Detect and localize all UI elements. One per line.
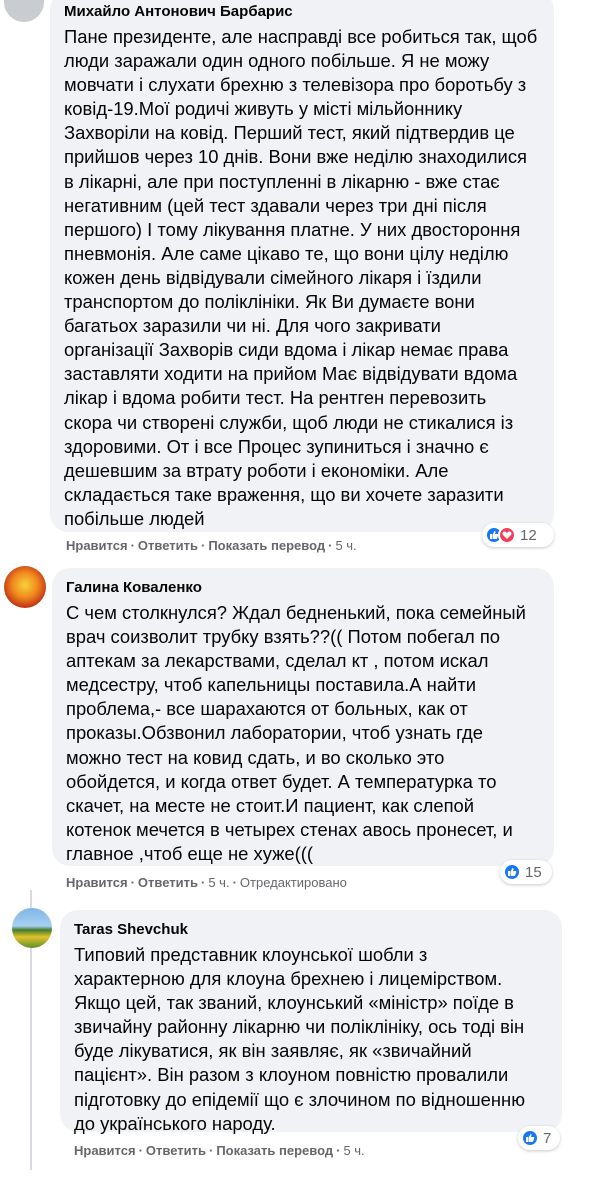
comment-line: скора чи створені служби, щоб люди не ст… [64, 411, 514, 433]
separator-dot: · [138, 1143, 143, 1158]
comment-time[interactable]: 5 ч. [343, 1143, 364, 1158]
comment-line: главное ,чтоб еще не хуже((( [66, 842, 314, 864]
comment-line: організації Захворів сиди вдома і лікар … [64, 339, 509, 361]
show-translation-button[interactable]: Показать перевод [208, 538, 325, 553]
comment-line: підготовку до епідемії що є злочином по … [74, 1088, 526, 1110]
show-translation-button[interactable]: Показать перевод [216, 1143, 333, 1158]
comment-line: скачет, на месте не стоит.И пациент, как… [66, 794, 475, 816]
reaction-count: 7 [543, 1129, 552, 1147]
comment-line: можно тест на ковид сдать, и во сколько … [66, 746, 445, 768]
comment-line: Типовий представник клоунської шобли з [74, 944, 428, 965]
comment-line: буде лікуватися, як він заявляє, як «зви… [74, 1040, 472, 1062]
like-button[interactable]: Нравится [66, 875, 128, 890]
separator-dot: · [208, 1143, 214, 1158]
separator-dot: · [232, 875, 237, 890]
reactions-badge[interactable]: 7 [518, 1126, 560, 1150]
separator-dot: · [200, 538, 206, 553]
comment-author[interactable]: Галина Коваленко [66, 578, 542, 597]
comment-author[interactable]: Taras Shevchuk [74, 920, 550, 939]
comment-line: пацієнт». Він разом з клоуном повністю п… [74, 1064, 509, 1086]
comment-actions: Нравится · Ответить · 5 ч. · Отредактировано [66, 875, 347, 891]
like-icon [503, 863, 521, 881]
comment-line: побільше людей [64, 507, 205, 529]
comment-bubble: Taras Shevchuk Типовий представник клоун… [60, 910, 562, 1134]
comment-line: проблема,- все шарахаются от больных, ка… [66, 698, 468, 720]
like-button[interactable]: Нравится [66, 538, 128, 553]
comment-actions: Нравится · Ответить · Показать перевод · 5 ч. [66, 538, 357, 554]
comment-author[interactable]: Михайло Антонович Барбарис [64, 2, 542, 21]
comment-text: С чем столкнулся? Ждал бедненький, пока … [66, 601, 542, 866]
reaction-count: 15 [525, 863, 542, 881]
comment-line: першого) І тому лікування платне. У них … [64, 218, 521, 240]
comment-line: в лікарні, але при поступленні в лікарню… [64, 170, 500, 192]
comment-line: ковід-19.Мої родичі живуть у місті мільй… [64, 98, 463, 120]
comment-line: дешевшим за втрату роботи і економіки. А… [64, 459, 449, 481]
comment-line: лікар і вдома робити тест. На рентген пе… [64, 387, 487, 409]
comment-line: люди заражали один одного побільше. Я не… [64, 50, 490, 72]
separator-dot: · [200, 875, 206, 890]
comment-line: кожен день відвідували сімейного лікаря … [64, 266, 482, 288]
comment-actions: Нравится · Ответить · Показать перевод · 5 ч. [74, 1143, 365, 1159]
separator-dot: · [130, 875, 135, 890]
comment-line: заставляти ходити на прийом Має відвідув… [64, 363, 518, 385]
reply-button[interactable]: Ответить [138, 875, 198, 890]
comment-text: Пане президенте, але насправді все робит… [64, 25, 542, 531]
edited-label[interactable]: Отредактировано [240, 875, 347, 890]
comment-bubble: Михайло Антонович Барбарис Пане президен… [50, 0, 554, 532]
comment-line: звичайну районну лікарню чи поліклініку,… [74, 1016, 525, 1038]
comment-line: мовчати і слухати брехню з телевізора пр… [64, 74, 527, 96]
comment-line: пневмонія. Але саме цікаво те, що вони ц… [64, 242, 509, 264]
comment-line: Захворіли на ковід. Перший тест, який пі… [64, 122, 515, 144]
comment-line: негативним (цей тест здавали через три д… [64, 194, 487, 216]
comment-line: котенок мечется в четырех стенах авось п… [66, 818, 513, 840]
comment-line: обойдется, и когда ответ будет. А темпер… [66, 770, 497, 792]
comment-line: Пане президенте, але насправді все робит… [64, 26, 538, 47]
avatar[interactable] [4, 0, 44, 22]
reaction-count: 12 [520, 526, 537, 544]
comment-line: врач соизволит трубку взять??(( Потом по… [66, 626, 501, 648]
comment-line: С чем столкнулся? Ждал бедненький, пока … [66, 602, 526, 623]
comment-line: складається таке враження, що ви хочете … [64, 483, 504, 505]
avatar[interactable] [4, 566, 46, 608]
love-icon [498, 526, 516, 544]
like-button[interactable]: Нравится [74, 1143, 136, 1158]
comment-line: характерною для клоуна брехнею і лицемір… [74, 968, 503, 990]
comment-line: прийшов через 10 днів. Вони вже неділю з… [64, 146, 527, 168]
reactions-badge[interactable]: 15 [500, 860, 552, 884]
separator-dot: · [336, 1143, 341, 1158]
reactions-badge[interactable]: 12 [482, 523, 554, 547]
comment-line: проказы.Обзвонил лаборатории, чтоб узнат… [66, 722, 484, 744]
comment-line: аптекам за лекарствами, сделал кт , пото… [66, 650, 489, 672]
comment-line: медсестру, чтоб капельницы поставила.А н… [66, 674, 477, 696]
separator-dot: · [130, 538, 135, 553]
avatar[interactable] [12, 908, 52, 948]
comment-time[interactable]: 5 ч. [208, 875, 229, 890]
separator-dot: · [328, 538, 333, 553]
comment-time[interactable]: 5 ч. [335, 538, 356, 553]
comment-line: до українського народу. [74, 1112, 276, 1134]
comment-line: транспортом до поліклініки. Як Ви думаєт… [64, 291, 475, 313]
reply-button[interactable]: Ответить [146, 1143, 206, 1158]
comment-bubble: Галина Коваленко С чем столкнулся? Ждал … [52, 568, 554, 866]
comment-text: Типовий представник клоунської шобли з х… [74, 943, 550, 1136]
reply-button[interactable]: Ответить [138, 538, 198, 553]
comment-line: Якщо цей, так званий, клоунський «мініст… [74, 992, 514, 1014]
like-icon [521, 1129, 539, 1147]
comment-line: здоровими. От і все Процес зупиниться і … [64, 435, 489, 457]
comment-line: багатьох заразили чи ні. Для чого закрив… [64, 315, 441, 337]
